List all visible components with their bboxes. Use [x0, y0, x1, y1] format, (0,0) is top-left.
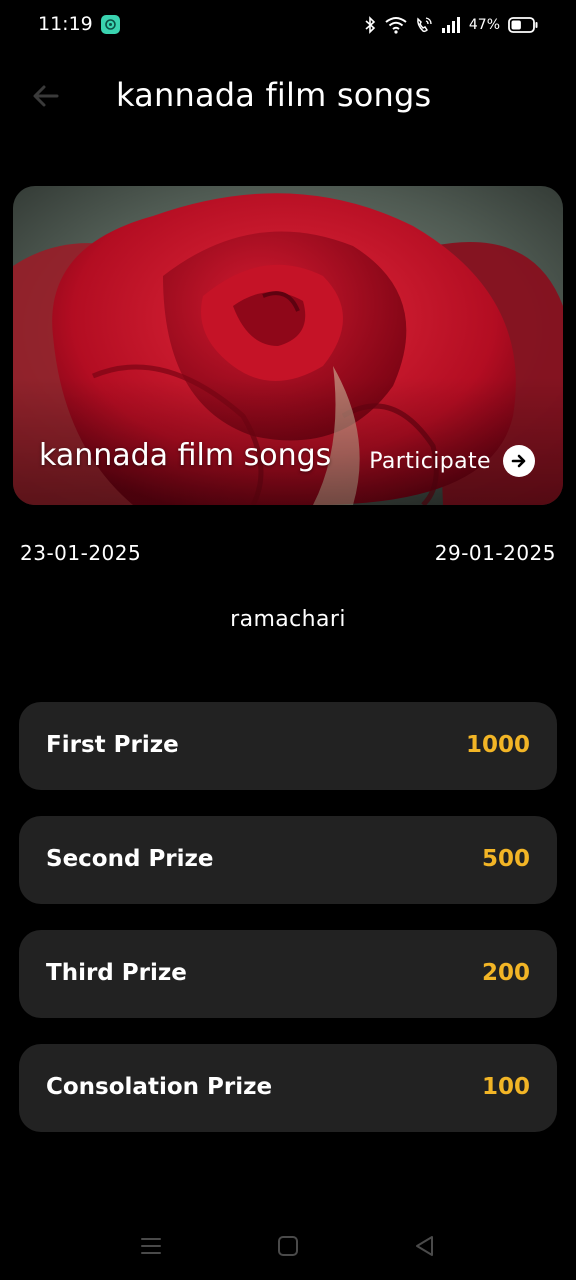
prize-amount: 500 — [481, 846, 530, 872]
banner-title: kannada film songs — [39, 438, 332, 473]
home-button[interactable] — [274, 1232, 302, 1260]
prize-name: Third Prize — [46, 960, 187, 986]
arrow-left-icon — [33, 85, 59, 107]
prize-name: Second Prize — [46, 846, 214, 872]
menu-lines-icon — [141, 1238, 161, 1254]
back-button[interactable] — [28, 78, 64, 114]
prize-name: Consolation Prize — [46, 1074, 273, 1100]
prize-amount: 1000 — [465, 732, 530, 758]
chat-notification-icon — [101, 15, 120, 34]
participate-button[interactable]: Participate — [369, 444, 535, 478]
contest-banner[interactable]: kannada film songs Participate — [13, 186, 563, 505]
status-bar: 11:19 47% — [0, 0, 576, 50]
status-icons: 47% — [363, 13, 538, 37]
prize-list: First Prize 1000 Second Prize 500 Third … — [19, 702, 557, 1158]
prize-row-consolation: Consolation Prize 100 — [19, 1044, 557, 1132]
signal-icon — [441, 17, 460, 33]
prize-row-third: Third Prize 200 — [19, 930, 557, 1018]
battery-icon — [508, 17, 538, 33]
wifi-icon — [385, 17, 407, 34]
wifi-calling-icon — [416, 17, 432, 33]
recents-button[interactable] — [137, 1232, 165, 1260]
app-bar: kannada film songs — [0, 60, 576, 132]
square-icon — [278, 1236, 298, 1256]
bluetooth-icon — [365, 16, 376, 34]
arrow-right-circle-icon — [503, 445, 535, 477]
status-time: 11:19 — [38, 13, 93, 35]
triangle-back-icon — [416, 1236, 433, 1256]
end-date: 29-01-2025 — [434, 541, 556, 565]
page-title: kannada film songs — [116, 76, 432, 114]
prize-amount: 100 — [481, 1074, 530, 1100]
organizer-name: ramachari — [230, 607, 346, 632]
back-nav-button[interactable] — [411, 1232, 439, 1260]
start-date: 23-01-2025 — [20, 541, 142, 565]
prize-row-second: Second Prize 500 — [19, 816, 557, 904]
participate-label: Participate — [369, 448, 491, 474]
prize-amount: 200 — [481, 960, 530, 986]
system-nav-bar — [0, 1220, 576, 1270]
prize-name: First Prize — [46, 732, 179, 758]
prize-row-first: First Prize 1000 — [19, 702, 557, 790]
battery-percent: 47% — [468, 17, 500, 33]
